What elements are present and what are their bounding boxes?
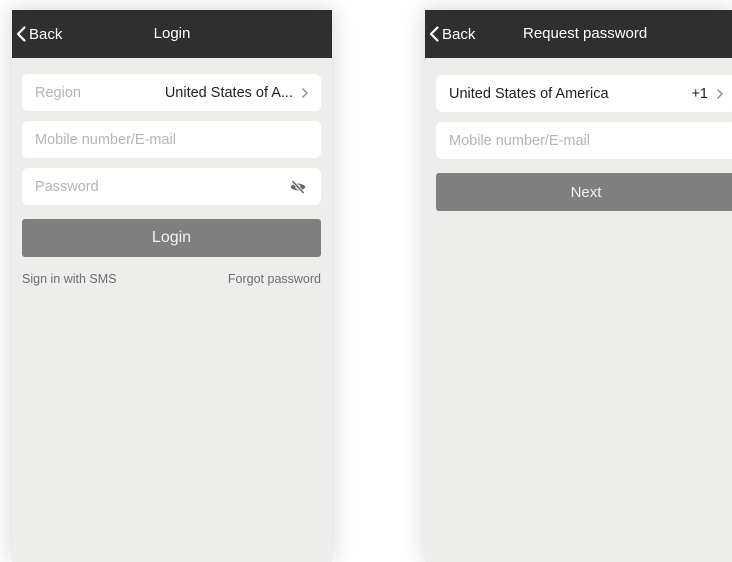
request-page-title: Request password: [523, 25, 648, 42]
request-account-placeholder: Mobile number/E-mail: [449, 132, 591, 149]
region-selector[interactable]: Region United States of A...: [22, 74, 321, 111]
chevron-left-icon: [429, 26, 439, 42]
account-placeholder: Mobile number/E-mail: [35, 131, 177, 148]
request-account-input[interactable]: Mobile number/E-mail: [436, 122, 732, 159]
password-placeholder: Password: [35, 178, 99, 195]
dial-code: +1: [691, 85, 708, 102]
request-back-label: Back: [442, 25, 476, 43]
password-input[interactable]: Password: [22, 168, 321, 205]
request-nav-bar: Back Request password: [425, 10, 732, 58]
chevron-right-icon: [717, 88, 723, 99]
login-screen: Back Login Region United States of A... …: [12, 10, 332, 562]
request-back-button[interactable]: Back: [428, 10, 475, 58]
login-nav-bar: Back Login: [12, 10, 332, 58]
chevron-right-icon: [302, 87, 308, 98]
region-label: Region: [35, 84, 81, 101]
country-value: United States of America: [449, 85, 609, 102]
region-value: United States of A...: [164, 84, 293, 101]
next-button[interactable]: Next: [436, 173, 732, 211]
eye-slash-icon[interactable]: [289, 179, 307, 194]
sign-in-sms-link[interactable]: Sign in with SMS: [22, 272, 116, 286]
request-password-screen: Back Request password United States of A…: [425, 10, 732, 562]
login-button[interactable]: Login: [22, 219, 321, 257]
login-page-title: Login: [153, 25, 191, 42]
country-selector[interactable]: United States of America +1: [436, 75, 732, 112]
forgot-password-link[interactable]: Forgot password: [228, 272, 321, 286]
account-input[interactable]: Mobile number/E-mail: [22, 121, 321, 158]
